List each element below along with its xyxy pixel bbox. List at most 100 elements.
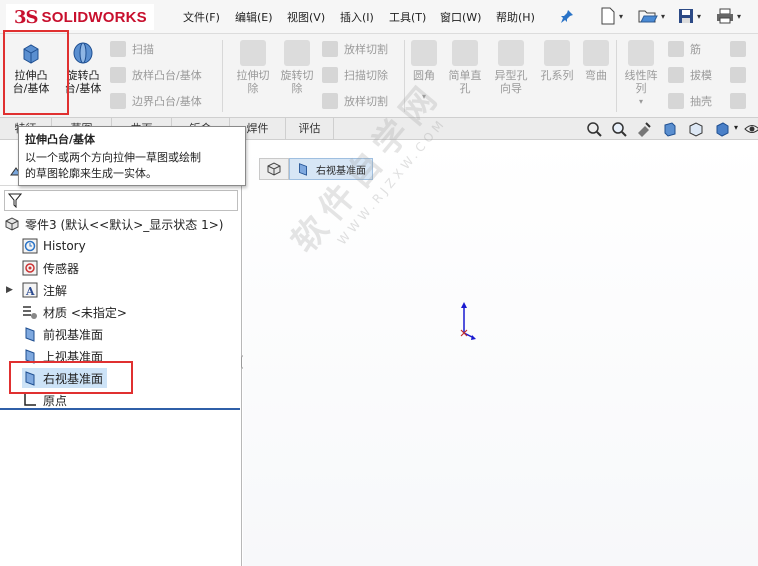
tree-item-history[interactable]: History (22, 236, 86, 256)
wrap-icon (583, 40, 609, 66)
shell-label: 抽壳 (690, 95, 712, 108)
expand-arrow-icon[interactable]: ▶ (6, 285, 16, 295)
open-folder-icon[interactable]: ▾ (638, 5, 665, 27)
logo-ds-mark: 3S (14, 6, 39, 28)
sweep-cut-button[interactable]: 扫描切除 (322, 64, 388, 86)
sensors-label: 传感器 (43, 261, 80, 276)
extrude-cut-label: 拉伸切 除 (236, 69, 270, 95)
filter-icon (8, 193, 22, 208)
boundary-cut-icon (322, 93, 338, 109)
hide-show-items-icon[interactable] (744, 121, 758, 137)
part-root-label: 零件3 (默认<<默认>_显示状态 1>) (25, 217, 224, 232)
breadcrumb-part[interactable] (259, 158, 289, 180)
draft-button[interactable]: 拔模 (668, 64, 712, 86)
tab-evaluate[interactable]: 评估 (286, 118, 334, 140)
more-features-icon[interactable] (730, 38, 746, 60)
feature-manager-panel: 零件3 (默认<<默认>_显示状态 1>) History 传感器 ▶ A 注解… (0, 140, 242, 566)
plane-icon (299, 163, 307, 176)
history-label: History (43, 239, 86, 253)
new-document-icon[interactable]: ▾ (600, 5, 623, 27)
rib-button[interactable]: 筋 (668, 38, 701, 60)
shell-icon (668, 93, 684, 109)
revolve-cut-label: 旋转切 除 (280, 69, 314, 95)
title-bar: 3S SOLIDWORKS 文件(F) 编辑(E) 视图(V) 插入(I) 工具… (0, 0, 758, 34)
origin-axis-icon (460, 302, 476, 340)
tree-item-annotations[interactable]: ▶ A 注解 (6, 280, 67, 300)
simple-hole-label: 简单直 孔 (448, 69, 482, 95)
tree-filter-input[interactable] (4, 190, 238, 211)
rib-icon (668, 41, 684, 57)
display-style-icon[interactable] (714, 121, 730, 137)
revolve-boss-icon (73, 42, 93, 64)
material-icon (23, 306, 37, 319)
command-ribbon: 拉伸凸 台/基体 旋转凸 台/基体 扫描 放样凸台/基体 边界凸台/基体 拉伸切… (0, 30, 758, 118)
zoom-to-fit-icon[interactable] (586, 121, 602, 137)
boundary-boss-label: 边界凸台/基体 (132, 95, 202, 108)
material-label: 材质 <未指定> (43, 305, 127, 320)
more-features-icon[interactable] (730, 90, 746, 112)
tooltip-line-2: 的草图轮廓来生成一实体。 (25, 167, 157, 180)
hole-wizard-button[interactable]: 异型孔 向导 (486, 38, 536, 112)
boundary-boss-button[interactable]: 边界凸台/基体 (110, 90, 202, 112)
extrude-boss-tooltip: 拉伸凸台/基体 以一个或两个方向拉伸一草图或绘制 的草图轮廓来生成一实体。 (18, 126, 246, 186)
rollback-bar[interactable] (0, 408, 240, 410)
print-icon[interactable]: ▾ (716, 5, 741, 27)
sweep-cut-label: 扫描切除 (344, 69, 388, 82)
highlight-box-extrude (3, 30, 69, 115)
menu-file[interactable]: 文件(F) (183, 9, 220, 25)
more-features-icon[interactable] (730, 64, 746, 86)
menu-view[interactable]: 视图(V) (287, 9, 325, 25)
tree-item-material[interactable]: 材质 <未指定> (22, 302, 127, 322)
draft-icon (668, 67, 684, 83)
solidworks-logo[interactable]: 3S SOLIDWORKS (6, 4, 154, 30)
pin-icon[interactable] (560, 5, 574, 27)
revolve-cut-icon (284, 40, 310, 66)
revolve-cut-button[interactable]: 旋转切 除 (272, 38, 322, 112)
sensor-icon (22, 260, 38, 276)
history-icon (22, 238, 38, 254)
menu-window[interactable]: 窗口(W) (440, 9, 481, 25)
loft-cut-label: 放样切割 (344, 43, 388, 56)
linear-pattern-button[interactable]: 线性阵 列 ▾ (618, 38, 664, 112)
part-icon (267, 162, 281, 176)
extrude-cut-button[interactable]: 拉伸切 除 (228, 38, 278, 112)
menu-insert[interactable]: 插入(I) (340, 9, 374, 25)
annotations-label: 注解 (43, 283, 68, 298)
menu-help[interactable]: 帮助(H) (496, 9, 535, 25)
tooltip-line-1: 以一个或两个方向拉伸一草图或绘制 (25, 151, 201, 164)
linear-pattern-dropdown-icon[interactable]: ▾ (618, 95, 664, 108)
section-view-icon[interactable] (662, 121, 678, 137)
loft-cut-icon (322, 41, 338, 57)
sweep-icon (110, 41, 126, 57)
zoom-area-icon[interactable] (611, 121, 627, 137)
display-style-dropdown-icon[interactable]: ▾ (734, 123, 738, 132)
previous-view-icon[interactable] (636, 121, 652, 137)
shell-button[interactable]: 抽壳 (668, 90, 712, 112)
ribbon-separator (222, 40, 223, 112)
tree-item-front-plane[interactable]: 前视基准面 (22, 324, 103, 344)
front-plane-label: 前视基准面 (43, 327, 104, 342)
hole-series-icon (544, 40, 570, 66)
sweep-cut-icon (322, 67, 338, 83)
menu-edit[interactable]: 编辑(E) (235, 9, 273, 25)
sweep-label: 扫描 (132, 43, 154, 56)
loft-boss-button[interactable]: 放样凸台/基体 (110, 64, 202, 86)
extrude-cut-icon (240, 40, 266, 66)
graphics-area[interactable]: 右视基准面 软件自学网 WWW.RJZXW.COM (243, 74, 758, 566)
tree-item-part-root[interactable]: 零件3 (默认<<默认>_显示状态 1>) (4, 214, 223, 234)
save-icon[interactable]: ▾ (678, 5, 701, 27)
view-orientation-icon[interactable] (688, 121, 704, 137)
origin-label: 原点 (43, 393, 68, 408)
loft-cut-button[interactable]: 放样切割 (322, 38, 388, 60)
hole-wizard-label: 异型孔 向导 (494, 69, 528, 95)
menu-tools[interactable]: 工具(T) (389, 9, 426, 25)
sweep-button[interactable]: 扫描 (110, 38, 154, 60)
annotation-icon: A (22, 282, 38, 298)
plane-icon (25, 327, 35, 342)
ribbon-separator (616, 40, 617, 112)
origin-icon (24, 394, 36, 406)
linear-pattern-label: 线性阵 列 (624, 69, 658, 95)
tree-item-sensors[interactable]: 传感器 (22, 258, 79, 278)
wrap-button[interactable]: 弯曲 (574, 38, 618, 112)
rib-label: 筋 (690, 43, 701, 56)
